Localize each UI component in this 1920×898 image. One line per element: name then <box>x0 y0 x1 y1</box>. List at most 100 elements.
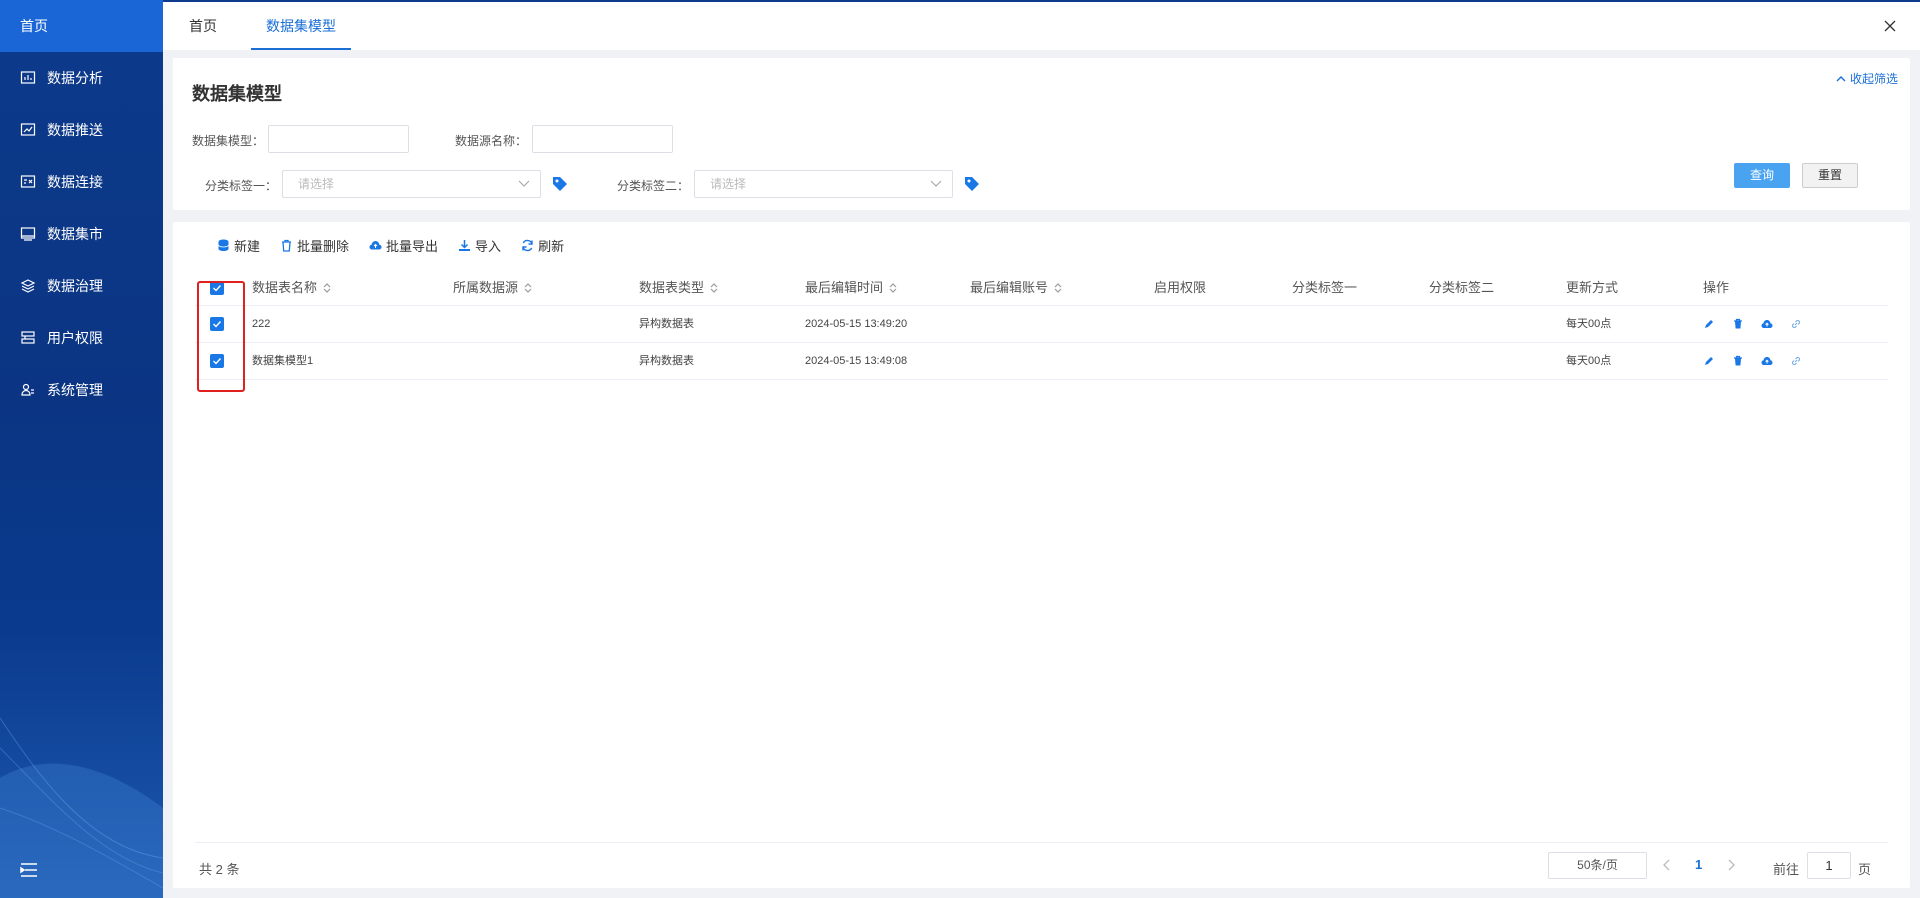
query-button[interactable]: 查询 <box>1734 163 1790 188</box>
column-header[interactable]: 所属数据源 <box>453 270 532 306</box>
link-icon[interactable] <box>1790 355 1804 369</box>
column-header[interactable]: 最后编辑时间 <box>805 270 897 306</box>
cloud-upload-icon[interactable] <box>1761 318 1775 332</box>
sidebar-item-push[interactable]: 数据推送 <box>0 104 163 156</box>
sidebar-item-system[interactable]: 系统管理 <box>0 364 163 416</box>
cell-update: 每天00点 <box>1566 318 1612 330</box>
market-icon <box>20 226 36 242</box>
link-icon[interactable] <box>1790 318 1804 332</box>
tag1-select[interactable]: 请选择 <box>282 170 541 198</box>
sort-icon[interactable] <box>524 282 532 294</box>
row-checkbox[interactable] <box>210 317 224 331</box>
tag-icon[interactable] <box>551 175 569 193</box>
cell-type: 异构数据表 <box>639 355 694 367</box>
column-header: 分类标签一 <box>1292 280 1358 295</box>
layers-icon <box>20 278 36 294</box>
sidebar-item-label: 数据连接 <box>47 174 103 190</box>
sidebar-item-label: 系统管理 <box>47 382 103 398</box>
sidebar: 首页 数据分析 数据推送 数据连接 数据集市 数据治理 用户权限 系统管理 <box>0 0 163 898</box>
database-icon <box>218 239 229 251</box>
push-icon <box>20 122 36 138</box>
cell-name: 222 <box>252 318 271 330</box>
column-header[interactable]: 最后编辑账号 <box>970 270 1062 306</box>
cell-edited: 2024-05-15 13:49:08 <box>805 355 908 367</box>
table-header: 数据表名称 所属数据源 数据表类型 最后编辑时间 最后编辑账号 启用权限 分类标… <box>195 270 1888 306</box>
page-number[interactable]: 1 <box>1695 857 1702 872</box>
tab-dataset-model[interactable]: 数据集模型 <box>251 2 351 50</box>
cell-update: 每天00点 <box>1566 355 1612 367</box>
menu-collapse-icon[interactable] <box>20 862 38 878</box>
table-row: 222 异构数据表 2024-05-15 13:49:20 每天00点 <box>195 306 1888 343</box>
analysis-icon <box>20 70 36 86</box>
sidebar-item-label: 用户权限 <box>47 330 103 346</box>
tag-icon[interactable] <box>963 175 981 193</box>
goto-label: 前往 <box>1773 862 1800 877</box>
delete-icon[interactable] <box>1732 318 1746 332</box>
cell-type: 异构数据表 <box>639 318 694 330</box>
tab-bar: 首页 数据集模型 <box>163 0 1920 50</box>
import-button[interactable]: 导入 <box>458 236 501 255</box>
filter-panel: 数据集模型 收起筛选 数据集模型： 数据源名称： 分类标签一： 请选择 分类标签… <box>173 58 1910 210</box>
delete-icon[interactable] <box>1732 355 1746 369</box>
edit-icon[interactable] <box>1703 355 1717 369</box>
toolbar: 新建 批量删除 批量导出 导入 刷新 <box>217 236 584 255</box>
sort-icon[interactable] <box>889 282 897 294</box>
page-size-select[interactable]: 50条/页 <box>1548 852 1647 879</box>
connect-icon <box>20 174 36 190</box>
data-table: 数据表名称 所属数据源 数据表类型 最后编辑时间 最后编辑账号 启用权限 分类标… <box>195 270 1888 380</box>
refresh-icon <box>522 239 533 252</box>
tag2-label: 分类标签二： <box>617 179 690 193</box>
dataset-model-label: 数据集模型： <box>192 134 265 148</box>
sidebar-item-label: 数据分析 <box>47 70 103 86</box>
chevron-up-icon <box>1836 75 1846 81</box>
cell-edited: 2024-05-15 13:49:20 <box>805 318 908 330</box>
refresh-button[interactable]: 刷新 <box>521 236 564 255</box>
sidebar-item-label: 数据治理 <box>47 278 103 294</box>
datasource-input[interactable] <box>532 125 673 153</box>
new-button[interactable]: 新建 <box>217 236 260 255</box>
datasource-label: 数据源名称： <box>455 134 528 148</box>
column-header: 更新方式 <box>1566 280 1619 295</box>
dataset-model-input[interactable] <box>268 125 409 153</box>
column-header[interactable]: 数据表名称 <box>252 270 331 306</box>
tag2-select[interactable]: 请选择 <box>694 170 953 198</box>
sidebar-item-governance[interactable]: 数据治理 <box>0 260 163 312</box>
goto-page-input[interactable]: 1 <box>1807 852 1851 879</box>
fold-filter-button[interactable]: 收起筛选 <box>1836 70 1898 87</box>
sidebar-item-permission[interactable]: 用户权限 <box>0 312 163 364</box>
sidebar-item-analysis[interactable]: 数据分析 <box>0 52 163 104</box>
download-icon <box>459 240 471 251</box>
sidebar-item-market[interactable]: 数据集市 <box>0 208 163 260</box>
table-row: 数据集模型1 异构数据表 2024-05-15 13:49:08 每天00点 <box>195 343 1888 380</box>
sort-icon[interactable] <box>323 282 331 294</box>
reset-button[interactable]: 重置 <box>1802 163 1858 188</box>
prev-page-icon[interactable] <box>1661 858 1673 872</box>
tab-home[interactable]: 首页 <box>189 2 217 50</box>
column-header[interactable]: 数据表类型 <box>639 270 718 306</box>
next-page-icon[interactable] <box>1725 858 1737 872</box>
sidebar-home[interactable]: 首页 <box>0 0 163 52</box>
pagination-bar: 共 2 条 50条/页 1 前往 1 页 <box>195 842 1888 888</box>
column-header: 启用权限 <box>1154 280 1207 295</box>
permission-icon <box>20 330 36 346</box>
chevron-down-icon <box>930 180 942 187</box>
batch-export-button[interactable]: 批量导出 <box>369 236 438 255</box>
sidebar-item-connect[interactable]: 数据连接 <box>0 156 163 208</box>
select-all-checkbox[interactable] <box>210 281 224 295</box>
batch-delete-button[interactable]: 批量删除 <box>280 236 349 255</box>
page-title: 数据集模型 <box>192 84 282 104</box>
cell-name: 数据集模型1 <box>252 355 314 367</box>
column-header: 操作 <box>1703 280 1730 295</box>
cloud-upload-icon[interactable] <box>1761 355 1775 369</box>
close-icon[interactable] <box>1882 18 1898 34</box>
sort-icon[interactable] <box>710 282 718 294</box>
trash-icon <box>282 239 292 252</box>
column-header: 分类标签二 <box>1429 280 1495 295</box>
tag1-label: 分类标签一： <box>205 179 278 193</box>
row-actions <box>1703 355 1819 369</box>
sort-icon[interactable] <box>1054 282 1062 294</box>
main-panel: 新建 批量删除 批量导出 导入 刷新 数据表名称 所属数据源 数据表类型 最后编… <box>173 222 1910 888</box>
total-count: 共 2 条 <box>199 862 240 877</box>
edit-icon[interactable] <box>1703 318 1717 332</box>
row-checkbox[interactable] <box>210 354 224 368</box>
